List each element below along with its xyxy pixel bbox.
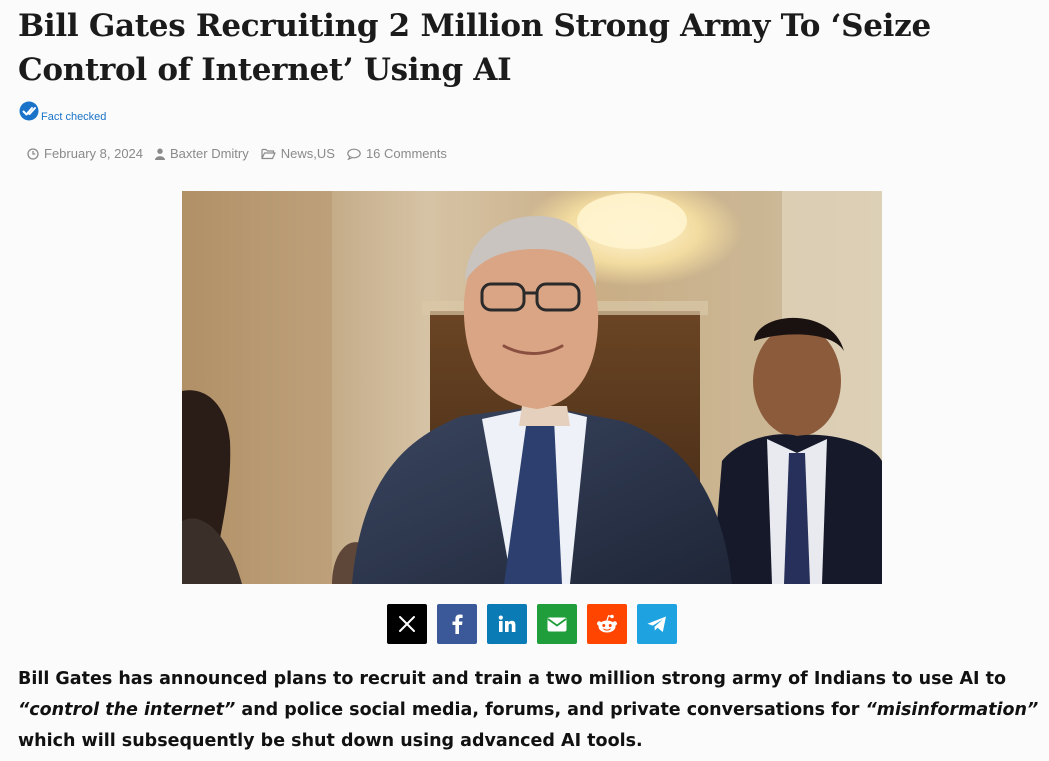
post-comments: 16 Comments (347, 146, 447, 161)
x-icon (399, 616, 415, 632)
post-meta: February 8, 2024 Baxter Dmitry News, US … (27, 146, 459, 161)
post-author: Baxter Dmitry (155, 146, 249, 161)
fact-checked-badge[interactable]: Fact checked (19, 101, 107, 123)
share-reddit-button[interactable] (587, 604, 627, 644)
clock-icon (27, 147, 39, 160)
share-facebook-button[interactable] (437, 604, 477, 644)
share-x-button[interactable] (387, 604, 427, 644)
comment-icon (347, 148, 361, 160)
lead-quote-misinformation: “misinformation” (865, 700, 1039, 720)
share-buttons (387, 604, 677, 644)
share-email-button[interactable] (537, 604, 577, 644)
linkedin-icon (498, 615, 516, 632)
envelope-icon (547, 617, 567, 631)
post-date: February 8, 2024 (27, 146, 143, 161)
facebook-icon (452, 614, 463, 634)
lead-text-2: and police social media, forums, and pri… (235, 700, 866, 720)
share-telegram-button[interactable] (637, 604, 677, 644)
lead-text-1: Bill Gates has announced plans to recrui… (18, 669, 1006, 689)
telegram-icon (647, 616, 666, 632)
share-linkedin-button[interactable] (487, 604, 527, 644)
article-title: Bill Gates Recruiting 2 Million Strong A… (18, 8, 931, 88)
comments-link[interactable]: 16 Comments (366, 146, 447, 161)
featured-photo (182, 191, 882, 584)
lead-text-3: which will subsequently be shut down usi… (18, 731, 643, 751)
author-link[interactable]: Baxter Dmitry (170, 146, 249, 161)
article-lead-paragraph: Bill Gates has announced plans to recrui… (18, 664, 1043, 757)
lead-quote-control-internet: “control the internet” (18, 700, 236, 720)
post-date-link[interactable]: February 8, 2024 (44, 146, 143, 161)
post-categories: News, US (261, 146, 335, 161)
fact-check-icon (19, 101, 39, 121)
user-icon (155, 148, 166, 160)
fact-checked-label: Fact checked (41, 111, 107, 123)
category-link-news[interactable]: News (281, 146, 314, 161)
category-link-us[interactable]: US (317, 146, 335, 161)
folder-icon (261, 148, 276, 159)
reddit-icon (597, 614, 617, 633)
